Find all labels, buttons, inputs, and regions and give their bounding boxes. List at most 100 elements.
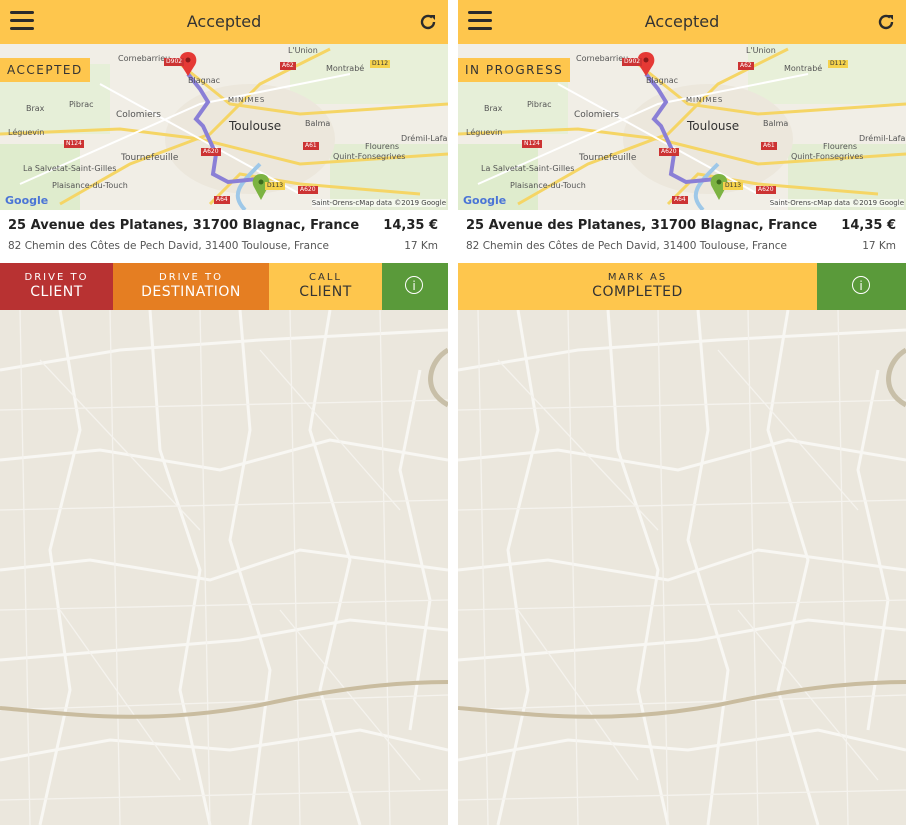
map-label: Toulouse [687,119,740,133]
map-label: L'Union [288,46,318,55]
map-label: Drémil-Lafa [859,134,906,143]
map-label: Flourens [365,142,400,151]
button-label: CLIENT [30,284,83,300]
map-label: Léguevin [8,128,45,137]
background-map [458,310,906,825]
road-badge: N124 [64,140,84,148]
road-badge: A620 [756,186,776,194]
top-bar: Accepted [458,0,906,44]
trip-details: 25 Avenue des Platanes, 31700 Blagnac, F… [0,210,448,263]
info-icon: i [852,276,870,294]
button-label: CLIENT [299,284,352,300]
map-label: Pibrac [527,100,552,109]
map-label: Tournefeuille [121,153,179,163]
mark-as-completed-button[interactable]: MARK AS COMPLETED [458,263,817,310]
road-badge: A62 [738,62,754,70]
road-badge: D902 [164,58,185,66]
road-badge: D112 [828,60,849,68]
attribution-place: Saint-Orens-c [769,199,818,207]
button-caption: DRIVE TO [24,272,89,283]
pickup-address: 25 Avenue des Platanes, 31700 Blagnac, F… [466,218,818,233]
page-title: Accepted [186,12,262,31]
road-badge: D902 [622,58,643,66]
page-title: Accepted [644,12,720,31]
map-label: Colomiers [574,110,619,120]
map-label: Balma [305,119,331,128]
map-attribution: Saint-Orens-cMap data ©2019 Google [769,199,904,207]
route-map[interactable]: Cornebarrieu L'Union Blagnac Montrabé MI… [458,44,906,210]
button-caption: DRIVE TO [159,272,223,283]
destination-address: 82 Chemin des Côtes de Pech David, 31400… [466,240,787,252]
road-badge: A61 [303,142,319,150]
road-badge: A620 [298,186,318,194]
info-button[interactable]: i [382,263,448,310]
trip-distance: 17 Km [862,240,896,252]
pickup-address: 25 Avenue des Platanes, 31700 Blagnac, F… [8,218,360,233]
map-label: Montrabé [784,64,823,73]
google-logo: Google [463,194,507,207]
map-label: MINIMES [686,96,724,104]
map-label: Brax [484,104,503,113]
action-bar: DRIVE TO CLIENT DRIVE TO DESTINATION CAL… [0,263,448,310]
road-badge: N124 [522,140,542,148]
button-caption: CALL [309,272,342,283]
refresh-icon[interactable] [876,12,896,32]
map-label: Pibrac [69,100,94,109]
map-label: MINIMES [228,96,266,104]
road-badge: A61 [761,142,777,150]
map-label: L'Union [746,46,776,55]
refresh-icon[interactable] [418,12,438,32]
map-label: Balma [763,119,789,128]
button-caption: MARK AS [607,272,668,283]
attribution-place: Saint-Orens-c [311,199,360,207]
map-label: Montrabé [326,64,365,73]
trip-price: 14,35 € [383,218,438,233]
route-map[interactable]: Cornebarrieu L'Union Blagnac Montrabé MI… [0,44,448,210]
button-label: COMPLETED [592,284,683,300]
map-label: Cornebarrieu [118,54,171,63]
map-label: Plaisance-du-Touch [510,181,586,190]
map-label: Tournefeuille [579,153,637,163]
road-badge: A620 [201,148,221,156]
road-badge: A620 [659,148,679,156]
drive-to-client-button[interactable]: DRIVE TO CLIENT [0,263,113,310]
attribution-text: Map data ©2019 Google [359,199,446,207]
map-label: La Salvetat-Saint-Gilles [23,164,117,173]
map-label: Quint-Fonsegrives [333,152,406,161]
map-label: Cornebarrieu [576,54,629,63]
info-icon: i [405,276,423,294]
trip-price: 14,35 € [841,218,896,233]
map-label: Plaisance-du-Touch [52,181,128,190]
info-button[interactable]: i [817,263,906,310]
call-client-button[interactable]: CALL CLIENT [269,263,382,310]
background-map [0,310,448,825]
road-badge: A64 [672,196,688,204]
map-label: Colomiers [116,110,161,120]
map-label: Flourens [823,142,858,151]
map-label: Léguevin [466,128,503,137]
google-logo: Google [5,194,49,207]
map-attribution: Saint-Orens-cMap data ©2019 Google [311,199,446,207]
drive-to-destination-button[interactable]: DRIVE TO DESTINATION [113,263,269,310]
trip-distance: 17 Km [404,240,438,252]
action-bar: MARK AS COMPLETED i [458,263,906,310]
screen-in-progress: Accepted Cornebarrieu L'Union Blagnac Mo… [458,0,906,825]
map-label: Toulouse [229,119,282,133]
map-label: Blagnac [188,76,221,85]
status-badge: IN PROGRESS [458,58,571,82]
road-badge: A62 [280,62,296,70]
status-badge: ACCEPTED [0,58,90,82]
map-label: Drémil-Lafa [401,134,448,143]
screen-accepted: Accepted Cornebarrieu L'Union Blagnac Mo… [0,0,448,825]
trip-details: 25 Avenue des Platanes, 31700 Blagnac, F… [458,210,906,263]
destination-address: 82 Chemin des Côtes de Pech David, 31400… [8,240,329,252]
road-badge: D113 [265,182,286,190]
road-badge: A64 [214,196,230,204]
road-badge: D113 [723,182,744,190]
map-label: Quint-Fonsegrives [791,152,864,161]
map-label: La Salvetat-Saint-Gilles [481,164,575,173]
map-label: Brax [26,104,45,113]
top-bar: Accepted [0,0,448,44]
road-badge: D112 [370,60,391,68]
attribution-text: Map data ©2019 Google [817,199,904,207]
